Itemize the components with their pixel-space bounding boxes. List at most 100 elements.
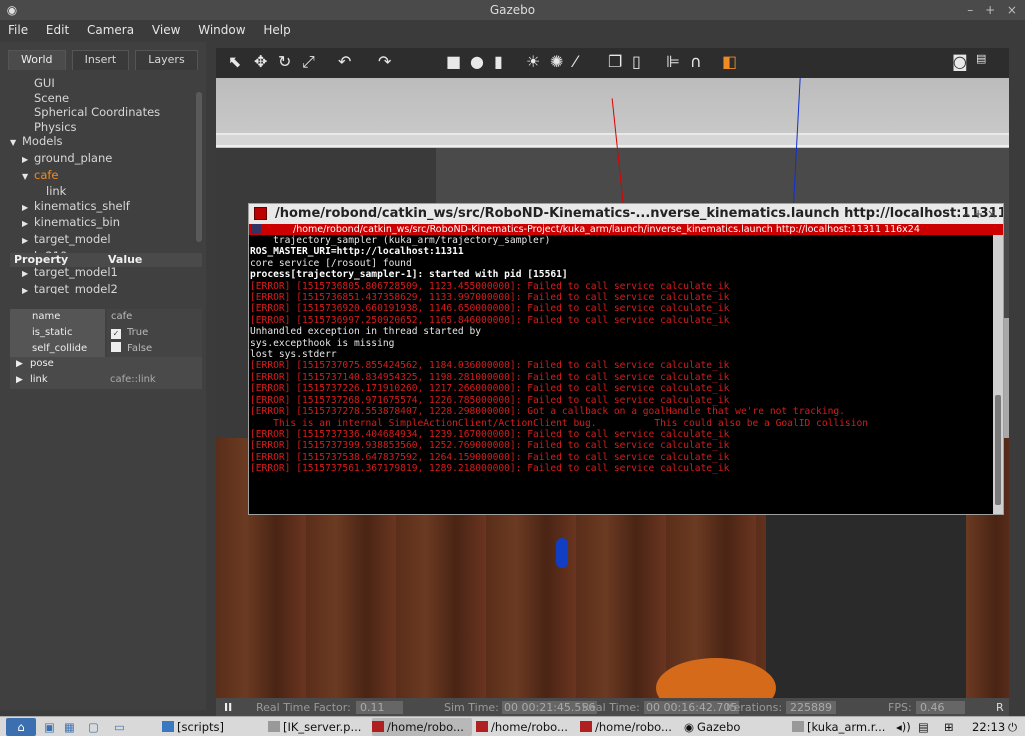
select-icon[interactable]: ⬉	[228, 52, 241, 71]
redo-icon[interactable]: ↷	[378, 52, 391, 71]
editor-icon	[792, 721, 804, 732]
battery-icon[interactable]: ▤	[918, 718, 929, 736]
screenshot-icon[interactable]: ◙	[952, 52, 968, 71]
network-icon[interactable]: ⊞	[944, 718, 954, 736]
tree-item[interactable]: ▶ kinematics_shelf	[10, 199, 196, 216]
paste-icon[interactable]: ▯	[632, 52, 641, 71]
terminal-window[interactable]: /home/robond/catkin_ws/src/RoboND-Kinema…	[248, 203, 1004, 515]
prop-row-name[interactable]: name cafe	[10, 309, 202, 325]
show-desktop-icon[interactable]: ▣	[44, 718, 55, 736]
expand-arrow-icon[interactable]: ▶	[22, 267, 34, 282]
cylinder-shape-icon[interactable]: ▮	[494, 52, 503, 71]
expand-arrow-icon[interactable]: ▶	[22, 153, 34, 168]
sphere-shape-icon[interactable]: ●	[470, 52, 484, 71]
collide-checkbox[interactable]: False	[107, 341, 202, 357]
error-line: [ERROR] [1515736920.660191938, 1146.6500…	[250, 303, 730, 315]
tree-item[interactable]: ▶ target_model1	[10, 265, 196, 282]
tree-item[interactable]: ▼ Models	[10, 134, 196, 151]
task-gazebo[interactable]: ◉ Gazebo	[684, 718, 784, 736]
tree-item[interactable]: Scene	[10, 91, 196, 106]
point-light-icon[interactable]: ☀	[526, 52, 540, 71]
start-menu-icon[interactable]: ⌂	[6, 718, 36, 736]
unchecked-icon[interactable]	[111, 342, 121, 352]
directional-light-icon[interactable]: ⁄	[574, 52, 577, 71]
tree-item[interactable]: GUI	[10, 76, 196, 91]
change-view-icon[interactable]: ◧	[722, 52, 737, 71]
reset-button[interactable]: R	[996, 701, 1004, 714]
menu-window[interactable]: Window	[190, 20, 251, 37]
prop-value[interactable]: cafe	[107, 309, 202, 325]
menu-help[interactable]: Help	[255, 20, 296, 37]
prop-row-is-static[interactable]: is_static ✓ True	[10, 325, 202, 341]
menu-camera[interactable]: Camera	[79, 20, 140, 37]
tab-world[interactable]: World	[8, 50, 66, 70]
file-manager-icon[interactable]: ▦	[64, 718, 75, 736]
scale-icon[interactable]: ⤢	[302, 52, 315, 72]
terminal-scrollbar[interactable]	[993, 235, 1003, 514]
clock[interactable]: 22:13	[972, 718, 1005, 736]
terminal-window-controls[interactable]: – + ×	[963, 204, 997, 224]
copy-icon[interactable]: ❐	[608, 52, 622, 71]
task-terminal-2[interactable]: /home/robo...	[476, 718, 576, 736]
log-icon[interactable]: ▤	[976, 52, 986, 65]
error-line: [ERROR] [1515737226.171910260, 1217.2660…	[250, 383, 730, 395]
rotate-icon[interactable]: ↻	[278, 52, 291, 71]
tab-insert[interactable]: Insert	[71, 50, 130, 70]
spot-light-icon[interactable]: ✺	[550, 52, 563, 71]
error-line: [ERROR] [1515737278.553878407, 1228.2980…	[250, 406, 845, 418]
tree-item[interactable]: ▶ target_model	[10, 232, 196, 249]
tree-item[interactable]: ▶ kinematics_bin	[10, 215, 196, 232]
tree-item-label: Physics	[34, 119, 77, 134]
tree-item[interactable]: link	[10, 184, 196, 199]
task-terminal-1[interactable]: /home/robo...	[372, 718, 472, 736]
tree-item[interactable]: ▼ cafe	[10, 168, 196, 185]
menu-edit[interactable]: Edit	[38, 20, 75, 37]
tree-item[interactable]: ▶ target_model2	[10, 282, 196, 294]
task-kuka-arm[interactable]: [kuka_arm.r...	[792, 718, 888, 736]
error-line: [ERROR] [1515737140.834954325, 1198.2810…	[250, 371, 730, 383]
volume-icon[interactable]: ◂))	[896, 718, 911, 736]
scroll-thumb[interactable]	[995, 395, 1001, 505]
prop-row-pose[interactable]: ▶ pose	[10, 357, 202, 373]
expand-arrow-icon[interactable]: ▶	[22, 201, 34, 216]
expand-arrow-icon[interactable]: ▶	[16, 359, 23, 369]
snap-icon[interactable]: ∩	[690, 52, 702, 71]
power-icon[interactable]: ⏻	[1008, 718, 1017, 736]
window-controls[interactable]: – + ×	[967, 0, 1021, 20]
expand-arrow-icon[interactable]: ▶	[16, 375, 23, 385]
expand-arrow-icon[interactable]: ▶	[22, 234, 34, 249]
align-icon[interactable]: ⊫	[666, 52, 680, 71]
tree-item[interactable]: Physics	[10, 120, 196, 135]
translate-icon[interactable]: ✥	[254, 52, 267, 71]
task-scripts[interactable]: [scripts]	[162, 718, 262, 736]
target-cylinder[interactable]	[556, 538, 568, 568]
expand-arrow-icon[interactable]: ▶	[22, 217, 34, 232]
box-shape-icon[interactable]: ■	[446, 52, 461, 71]
menu-bar: File Edit Camera View Window Help	[0, 20, 1025, 42]
collapse-arrow-icon[interactable]: ▼	[22, 170, 34, 185]
tree-scrollbar[interactable]	[196, 92, 202, 242]
prop-row-self-collide[interactable]: self_collide False	[10, 341, 202, 357]
menu-view[interactable]: View	[144, 20, 186, 37]
collapse-arrow-icon[interactable]: ▼	[10, 136, 22, 151]
checked-icon[interactable]: ✓	[111, 329, 121, 339]
task-terminal-3[interactable]: /home/robo...	[580, 718, 680, 736]
tree-item[interactable]: ▶ ground_plane	[10, 151, 196, 168]
browser-icon[interactable]: ▢	[88, 718, 99, 736]
undo-icon[interactable]: ↶	[338, 52, 351, 71]
error-line: [ERROR] [1515737075.855424562, 1184.0360…	[250, 360, 730, 372]
tree-item-label: Scene	[34, 90, 70, 105]
terminal-tab[interactable]: /home/robond/catkin_ws/src/RoboND-Kinema…	[249, 224, 1003, 235]
sim-time-label: Sim Time:	[444, 701, 499, 714]
pause-button[interactable]: II	[224, 701, 232, 714]
prop-row-link[interactable]: ▶ link cafe::link	[10, 373, 202, 389]
terminal-output[interactable]: trajectory_sampler (kuka_arm/trajectory_…	[249, 235, 994, 514]
terminal-launcher-icon[interactable]: ▭	[114, 718, 125, 736]
menu-file[interactable]: File	[0, 20, 34, 37]
static-checkbox[interactable]: ✓ True	[107, 325, 202, 341]
terminal-titlebar[interactable]: /home/robond/catkin_ws/src/RoboND-Kinema…	[249, 204, 1003, 224]
task-ik-server[interactable]: [IK_server.p...	[268, 718, 368, 736]
tree-item[interactable]: Spherical Coordinates	[10, 105, 196, 120]
tab-layers[interactable]: Layers	[135, 50, 198, 70]
expand-arrow-icon[interactable]: ▶	[22, 284, 34, 294]
